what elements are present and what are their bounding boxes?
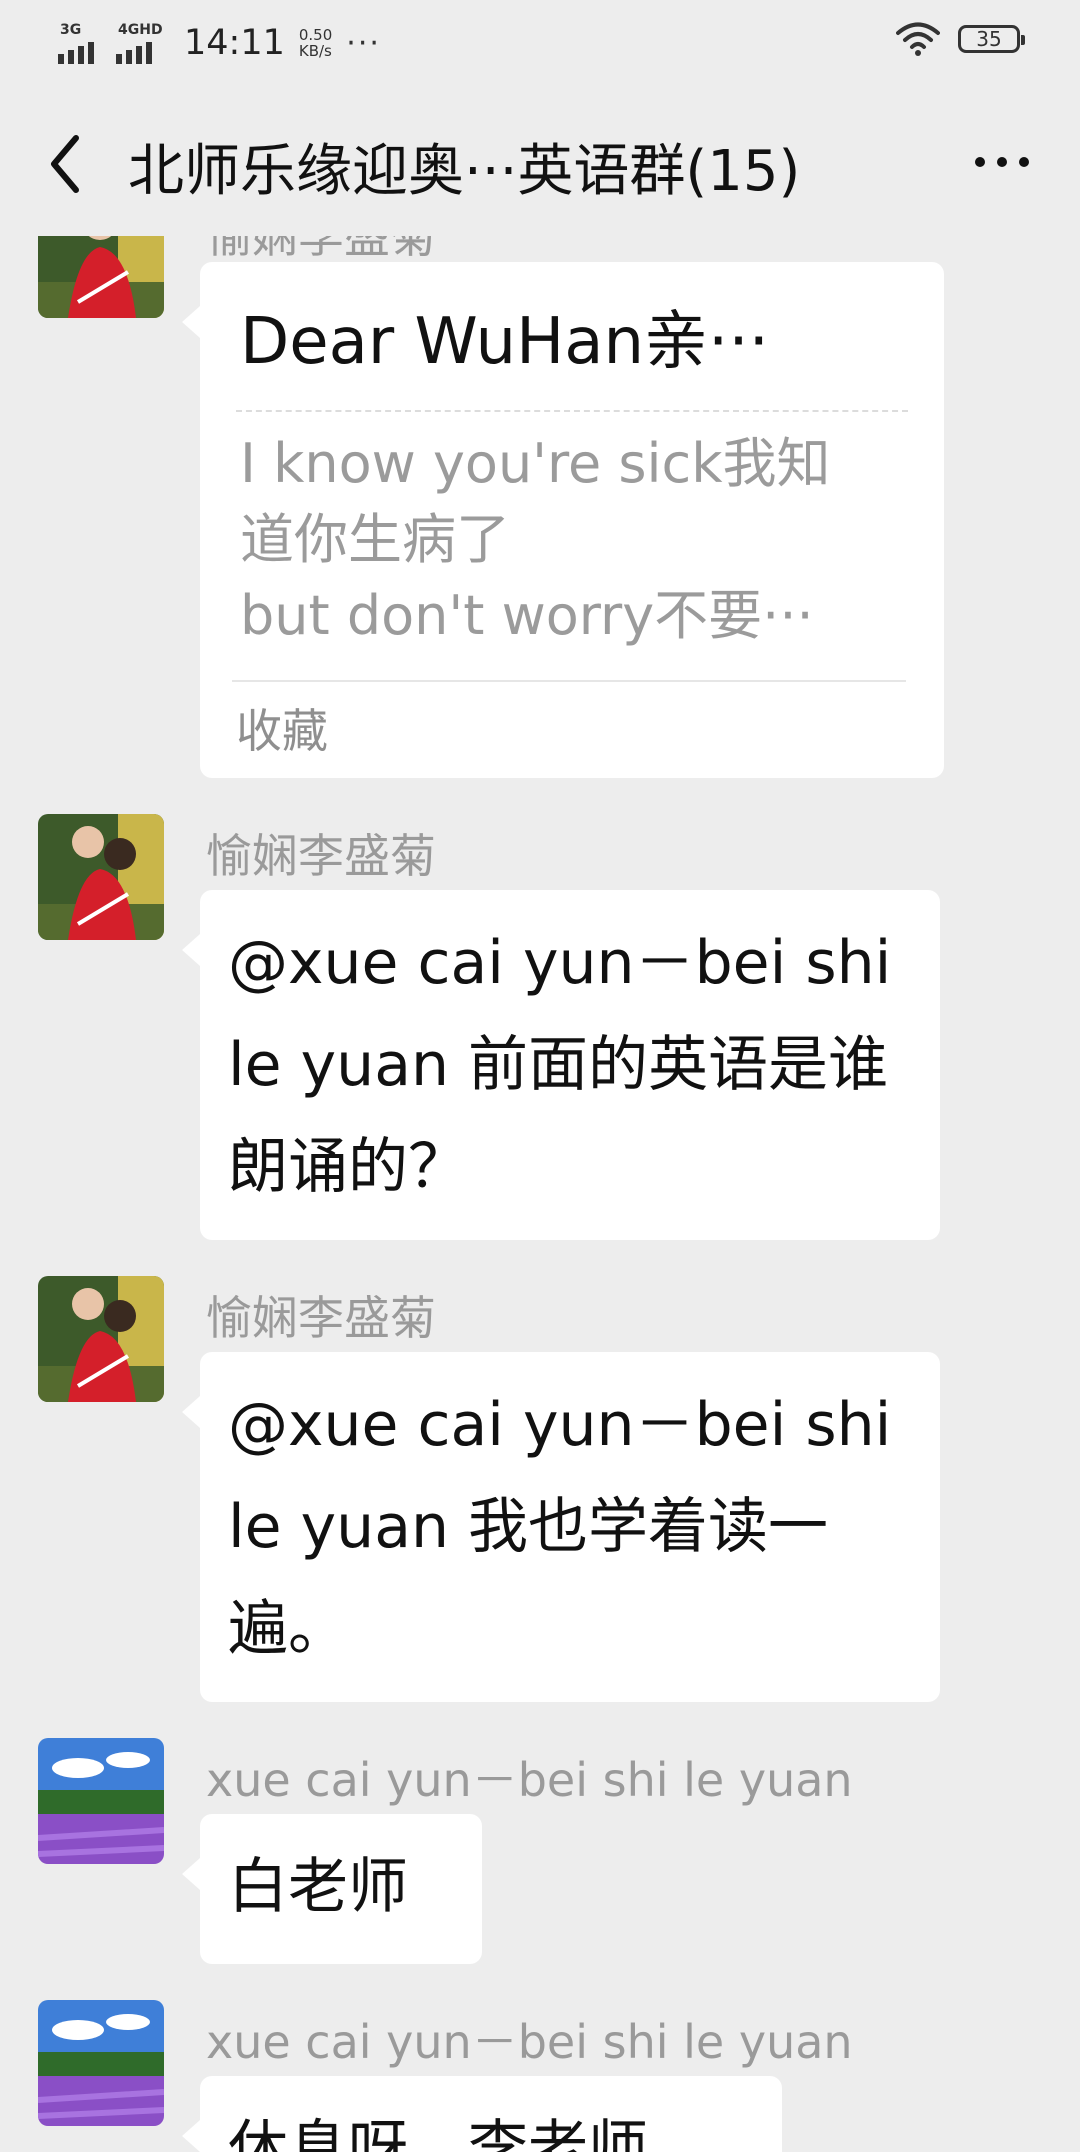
sender-name: xue cai yun－bei shi le yuan	[206, 2015, 853, 2069]
chevron-left-icon	[51, 135, 79, 193]
avatar-image	[38, 1738, 164, 1864]
sender-name: 愉娴李盛菊	[206, 829, 436, 883]
message-bubble[interactable]: @xue cai yun－bei shi le yuan 前面的英语是谁朗诵的？	[182, 890, 940, 1240]
signal-4g-icon: 4GHD	[116, 22, 166, 64]
card-line: 道你生病了	[240, 508, 510, 571]
avatar-image	[38, 236, 164, 318]
card-title: Dear WuHan亲···	[240, 305, 770, 379]
avatar[interactable]	[38, 814, 164, 940]
battery-level: 35	[976, 27, 1002, 51]
notification-dots: ···	[346, 25, 381, 61]
message-list[interactable]: 愉娴李盛菊 Dear WuHan亲··· I know you're sick我…	[0, 236, 1080, 2152]
message-text: @xue cai yun－bei shi le yuan 我也学着读一遍。	[228, 1390, 892, 1664]
speed-value: 0.50	[298, 26, 333, 44]
card-line: but don't worry不要···	[240, 584, 814, 647]
message-text: 休息呀，李老师	[228, 2114, 648, 2152]
wifi-icon	[896, 22, 940, 56]
speed-unit: KB/s	[298, 42, 332, 60]
avatar[interactable]	[38, 1738, 164, 1864]
clock: 14:11	[184, 23, 285, 63]
message-bubble[interactable]: 休息呀，李老师	[182, 2076, 782, 2152]
status-left: 3G 4GHD 14:11 0.50 KB/s ···	[58, 18, 381, 68]
status-right: 35	[896, 22, 1025, 56]
network-type-2: 4GHD	[118, 22, 163, 38]
battery-icon: 35	[958, 25, 1025, 53]
card-body: I know you're sick我知 道你生病了 but don't wor…	[200, 412, 944, 654]
card-line: I know you're sick我知	[240, 432, 831, 495]
avatar[interactable]	[38, 236, 164, 318]
favorite-card-bubble[interactable]: Dear WuHan亲··· I know you're sick我知 道你生病…	[182, 262, 944, 778]
chat-title: 北师乐缘迎奥···英语群(15)	[128, 139, 801, 204]
avatar[interactable]	[38, 2000, 164, 2126]
network-type-1: 3G	[60, 22, 82, 38]
message-text: @xue cai yun－bei shi le yuan 前面的英语是谁朗诵的？	[228, 928, 892, 1202]
status-bar: 3G 4GHD 14:11 0.50 KB/s ··· 35	[0, 0, 1080, 92]
message-text: 白老师	[228, 1852, 408, 1922]
message-bubble[interactable]: 白老师	[182, 1814, 482, 1964]
chat-header: 北师乐缘迎奥···英语群(15)	[0, 92, 1080, 236]
signal-3g-icon: 3G	[58, 22, 108, 64]
avatar-image	[38, 814, 164, 940]
card-source-label: 收藏	[236, 704, 328, 758]
message-bubble[interactable]: @xue cai yun－bei shi le yuan 我也学着读一遍。	[182, 1352, 940, 1702]
more-dots-icon	[975, 157, 985, 167]
avatar-image	[38, 1276, 164, 1402]
more-button[interactable]	[962, 132, 1042, 192]
avatar[interactable]	[38, 1276, 164, 1402]
back-button[interactable]	[36, 128, 96, 200]
sender-name: 愉娴李盛菊	[206, 1291, 436, 1345]
network-speed: 0.50 KB/s	[299, 27, 332, 59]
avatar-image	[38, 2000, 164, 2126]
sender-name: xue cai yun－bei shi le yuan	[206, 1753, 853, 1807]
